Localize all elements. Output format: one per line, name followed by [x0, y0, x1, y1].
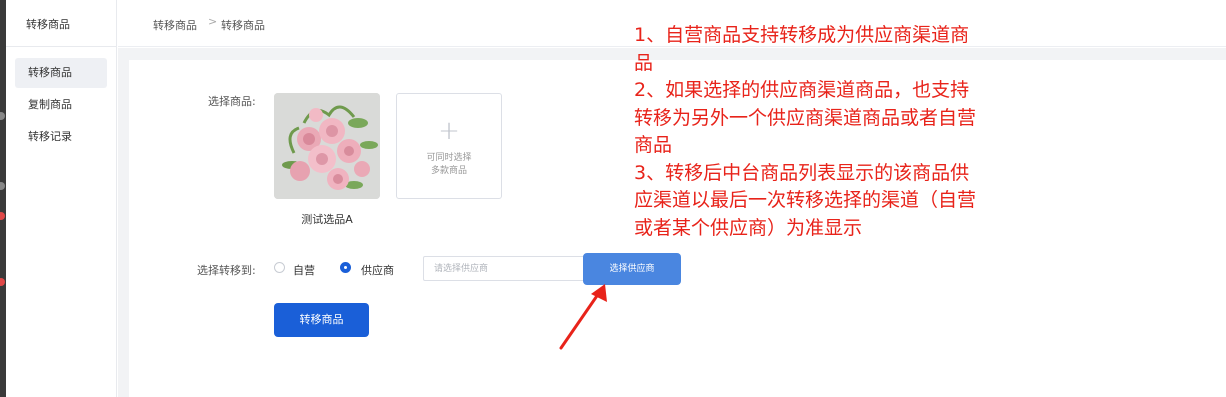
sidebar: 转移商品 转移商品 复制商品 转移记录 — [6, 0, 117, 397]
annotation-line: 3、转移后中台商品列表显示的该商品供 — [634, 161, 970, 184]
radio-self-operated[interactable] — [274, 262, 285, 273]
transfer-product-button[interactable]: 转移商品 — [274, 303, 369, 337]
breadcrumb-current: 转移商品 — [221, 19, 265, 32]
pink-roses-photo — [274, 93, 380, 199]
select-product-label: 选择商品: — [208, 95, 256, 108]
supplier-input[interactable] — [423, 256, 585, 281]
add-hint-line2: 多款商品 — [430, 166, 467, 176]
annotation-line: 1、自营商品支持转移成为供应商渠道商 — [634, 24, 970, 46]
transfer-to-label: 选择转移到: — [197, 264, 256, 277]
product-name: 测试选品A — [301, 213, 353, 226]
sidebar-item-transfer-product[interactable]: 转移商品 — [15, 58, 107, 88]
sidebar-item-copy-product[interactable]: 复制商品 — [15, 90, 107, 120]
edge-dot — [0, 278, 5, 286]
add-hint-line1: 可同时选择 — [426, 153, 472, 163]
annotation-line: 商品 — [634, 134, 673, 156]
edge-dot — [0, 112, 5, 120]
annotation-line: 品 — [634, 51, 654, 74]
breadcrumb-separator: > — [208, 15, 218, 28]
divider — [6, 46, 117, 47]
sidebar-item-transfer-records[interactable]: 转移记录 — [15, 122, 107, 152]
edge-dot — [0, 212, 5, 220]
breadcrumb-item[interactable]: 转移商品 — [153, 17, 197, 33]
annotation-line: 2、如果选择的供应商渠道商品，也支持 — [634, 79, 970, 101]
sidebar-title: 转移商品 — [26, 18, 70, 31]
radio-supplier[interactable] — [340, 262, 351, 273]
annotation-line: 转移为另外一个供应商渠道商品或者自营 — [634, 106, 977, 129]
edge-dot — [0, 182, 5, 190]
annotation-line: 应渠道以最后一次转移选择的渠道（自营 — [634, 189, 977, 211]
annotation-line: 或者某个供应商）为准显示 — [634, 216, 863, 239]
radio-self-operated-label[interactable]: 自营 — [293, 262, 315, 278]
radio-supplier-label[interactable]: 供应商 — [361, 262, 394, 278]
add-product-button[interactable]: + 可同时选择 多款商品 — [396, 93, 502, 199]
plus-icon: + — [438, 116, 460, 146]
product-image[interactable] — [274, 93, 380, 199]
annotation-arrow-icon — [559, 284, 607, 350]
